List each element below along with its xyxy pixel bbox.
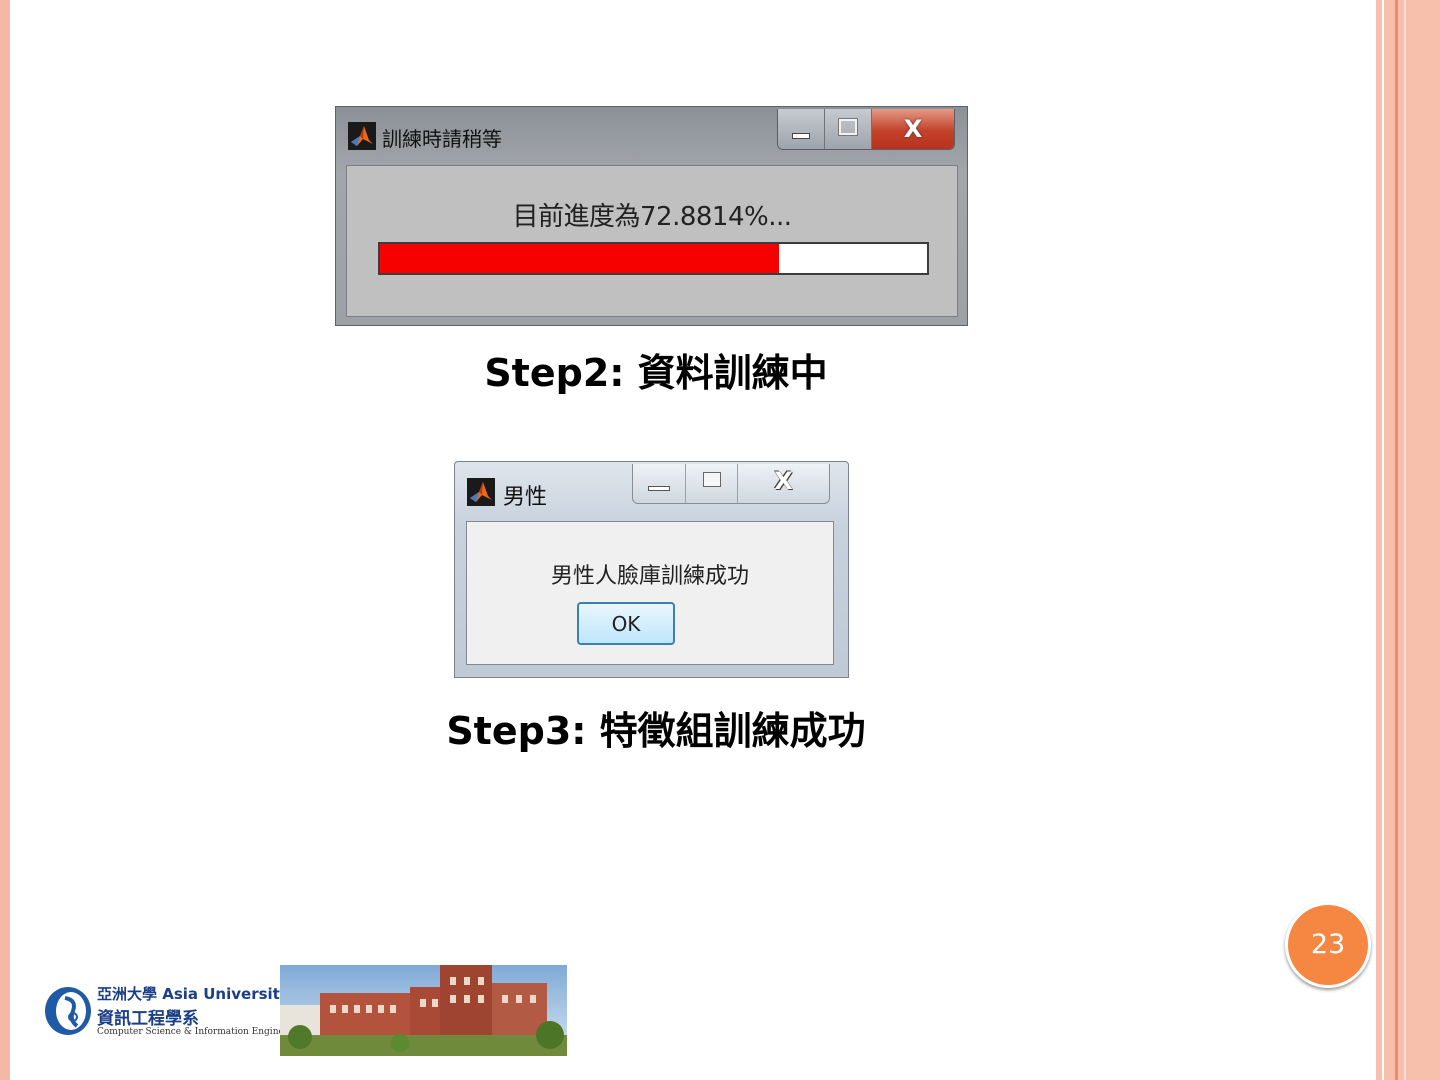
progress-message: 目前進度為72.8814%...: [512, 202, 792, 232]
university-emblem-icon: [45, 987, 91, 1035]
page-number-badge: 23: [1285, 902, 1371, 988]
title-bar[interactable]: 男性 X: [455, 462, 848, 519]
campus-photo: [280, 965, 567, 1056]
minimize-button[interactable]: [778, 109, 825, 149]
title-bar[interactable]: 訓練時請稍等 X: [336, 107, 967, 164]
right-decor-line: [1382, 0, 1384, 1080]
logo-university-name: 亞洲大學 Asia University: [97, 985, 290, 1003]
close-icon: X: [903, 115, 923, 143]
progress-bar: [378, 242, 929, 275]
message-dialog: 男性 X 男性人臉庫訓練成功 OK: [454, 461, 849, 678]
step3-caption: Step3: 特徵組訓練成功: [446, 709, 866, 753]
logo-department-name: 資訊工程學系: [97, 1009, 199, 1029]
minimize-button[interactable]: [633, 464, 687, 503]
window-title: 訓練時請稍等: [382, 127, 502, 151]
step2-caption: Step2: 資料訓練中: [484, 351, 828, 395]
close-button[interactable]: X: [872, 109, 954, 149]
university-logo: 亞洲大學 Asia University 資訊工程學系 Computer Sci…: [40, 980, 308, 1044]
maximize-icon: [838, 118, 858, 136]
dialog-message: 男性人臉庫訓練成功: [550, 564, 749, 589]
right-decor-line: [1404, 0, 1406, 1080]
maximize-icon: [702, 472, 721, 487]
window-controls: X: [777, 109, 955, 150]
logo-department-english: Computer Science & Information Engineeri…: [97, 1027, 308, 1037]
left-decor-stripe: [0, 0, 10, 1080]
maximize-button[interactable]: [686, 464, 738, 503]
maximize-button[interactable]: [825, 109, 872, 149]
minimize-icon: [648, 486, 671, 491]
window-content: 目前進度為72.8814%...: [346, 165, 958, 317]
window-title: 男性: [503, 485, 548, 510]
right-decor-band: [1376, 0, 1440, 1080]
matlab-icon: [348, 122, 376, 150]
window-content: 男性人臉庫訓練成功 OK: [466, 521, 834, 665]
window-controls: X: [632, 464, 830, 504]
minimize-icon: [792, 133, 810, 139]
close-button[interactable]: X: [738, 464, 829, 503]
progress-window: 訓練時請稍等 X 目前進度為72.8814%...: [335, 106, 968, 326]
matlab-icon: [467, 478, 495, 506]
ok-button[interactable]: OK: [577, 602, 675, 645]
right-decor-line: [1395, 0, 1398, 1080]
close-icon: X: [774, 466, 793, 495]
progress-bar-fill: [380, 244, 779, 273]
